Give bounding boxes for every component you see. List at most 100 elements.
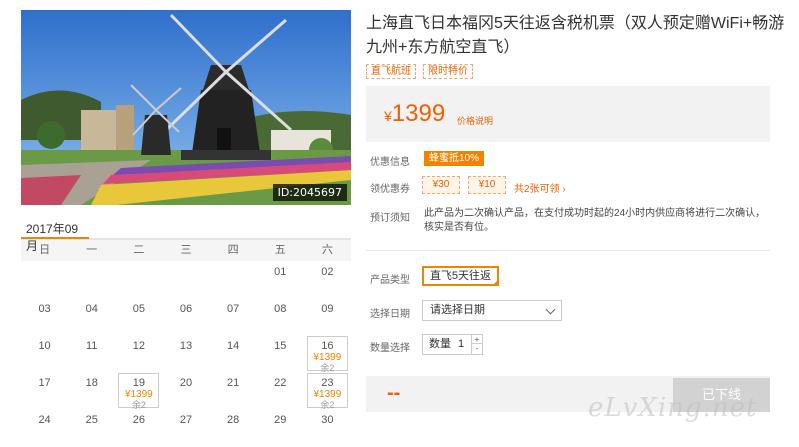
image-id-badge: ID:2045697: [272, 184, 347, 201]
coupons-label: 领优惠券: [370, 184, 410, 195]
product-type-option[interactable]: 直飞5天往返: [422, 266, 499, 286]
day-content: 29: [257, 409, 304, 426]
price-note-link[interactable]: 价格说明: [457, 114, 493, 127]
total-price: --: [387, 382, 401, 404]
product-tags: 直飞航班 限时特价: [366, 64, 473, 79]
day-number: 13: [179, 340, 193, 352]
calendar-day: [115, 261, 162, 298]
calendar-day[interactable]: 05: [115, 298, 162, 335]
increment-button[interactable]: +: [472, 335, 482, 344]
day-number: 19: [132, 377, 145, 389]
calendar-day[interactable]: 06: [162, 298, 209, 335]
day-number: 14: [227, 340, 240, 352]
date-select-label: 选择日期: [370, 309, 410, 320]
calendar-day: [162, 261, 209, 298]
calendar-day-available[interactable]: 23 ¥1399 余2: [304, 372, 351, 410]
calendar-day[interactable]: 13: [162, 335, 209, 372]
day-content: 12: [115, 335, 162, 352]
calendar-day[interactable]: 28: [210, 409, 257, 446]
quantity-label: 数量选择: [370, 343, 410, 354]
claim-coupons-link[interactable]: 共2张可领 ›: [514, 180, 566, 195]
product-image[interactable]: ID:2045697: [21, 10, 351, 205]
day-content: 23 ¥1399 余2: [306, 373, 348, 410]
day-content: 26: [115, 409, 162, 426]
day-content: 19 ¥1399 余2: [118, 373, 160, 410]
day-content: 09: [304, 298, 351, 315]
weekday-label: 四: [227, 244, 239, 256]
calendar-day[interactable]: 08: [257, 298, 304, 335]
quantity-stepper[interactable]: 数量 1 + -: [422, 334, 483, 355]
coupon-30[interactable]: ¥30: [422, 176, 460, 194]
calendar-day[interactable]: 18: [68, 372, 115, 409]
calendar-day[interactable]: 09: [304, 298, 351, 335]
calendar-day[interactable]: 29: [257, 409, 304, 446]
weekday-label: 二: [133, 244, 145, 256]
calendar-day[interactable]: 30: [304, 409, 351, 446]
calendar-day[interactable]: 03: [21, 298, 68, 335]
calendar-day[interactable]: 27: [162, 409, 209, 446]
day-number: 03: [38, 303, 51, 315]
date-select-placeholder: 请选择日期: [430, 304, 485, 316]
calendar-day[interactable]: 10: [21, 335, 68, 372]
day-number: 12: [132, 340, 145, 352]
calendar-day[interactable]: 14: [210, 335, 257, 372]
day-number: 01: [274, 266, 287, 278]
deal-badge: 蜂蜜抵10%: [424, 151, 485, 166]
decrement-button[interactable]: -: [472, 344, 482, 353]
site-watermark: eLvXing.net: [588, 393, 758, 423]
offers-label: 优惠信息: [370, 157, 410, 168]
day-number: [115, 261, 162, 266]
day-content: [210, 261, 257, 266]
day-number: 11: [86, 340, 98, 352]
notice-label: 预订须知: [370, 213, 410, 224]
day-content: 03: [21, 298, 68, 315]
coupon-10[interactable]: ¥10: [468, 176, 506, 194]
day-number: 26: [132, 414, 145, 426]
day-number: 23: [321, 377, 334, 389]
day-number: 07: [227, 303, 240, 315]
day-content: 17: [21, 372, 68, 389]
date-select[interactable]: 请选择日期: [422, 300, 562, 321]
calendar-day[interactable]: 12: [115, 335, 162, 372]
claim-coupons-label: 共2张可领: [514, 184, 560, 195]
calendar-day[interactable]: 17: [21, 372, 68, 409]
calendar-days: 01 02 03 04 05 06 07 08 09 10 11 12 13 14 15 16 ¥1399 余2 1…: [21, 261, 351, 446]
weekday-label: 六: [321, 244, 333, 256]
calendar-day[interactable]: 11: [68, 335, 115, 372]
day-number: 17: [38, 377, 51, 389]
day-content: [21, 261, 68, 266]
day-content: 15: [257, 335, 304, 352]
price-amount: 1399: [391, 100, 446, 127]
calendar-day[interactable]: 24: [21, 409, 68, 446]
calendar-day-available[interactable]: 16 ¥1399 余2: [304, 335, 351, 373]
day-number: 28: [227, 414, 240, 426]
product-price: ¥1399: [384, 100, 445, 128]
calendar-day[interactable]: 20: [162, 372, 209, 409]
day-number: 22: [274, 377, 287, 389]
day-number: 25: [85, 414, 98, 426]
date-calendar: 2017年09月 日 一 二 三 四 五 六 01 02 03 04 05 06 07 08 0…: [21, 215, 351, 446]
calendar-day[interactable]: 07: [210, 298, 257, 335]
day-content: 02: [304, 261, 351, 278]
quantity-value[interactable]: 1: [458, 335, 464, 354]
day-number: 04: [85, 303, 98, 315]
calendar-day[interactable]: 01: [257, 261, 304, 298]
calendar-day[interactable]: 21: [210, 372, 257, 409]
calendar-day[interactable]: 25: [68, 409, 115, 446]
chevron-right-icon: ›: [562, 184, 566, 195]
weekday-label: 三: [180, 244, 192, 256]
calendar-day-available[interactable]: 19 ¥1399 余2: [115, 372, 162, 410]
tab-month[interactable]: 2017年09月: [21, 215, 89, 253]
calendar-day[interactable]: 02: [304, 261, 351, 298]
calendar-day[interactable]: 15: [257, 335, 304, 372]
day-number: 15: [274, 340, 287, 352]
quantity-text: 数量: [429, 338, 451, 350]
day-number: 02: [321, 266, 334, 278]
day-content: 05: [115, 298, 162, 315]
day-number: [210, 261, 257, 266]
day-number: 10: [38, 340, 51, 352]
calendar-day[interactable]: 22: [257, 372, 304, 409]
day-content: 20: [162, 372, 209, 389]
calendar-day[interactable]: 26: [115, 409, 162, 446]
calendar-day[interactable]: 04: [68, 298, 115, 335]
